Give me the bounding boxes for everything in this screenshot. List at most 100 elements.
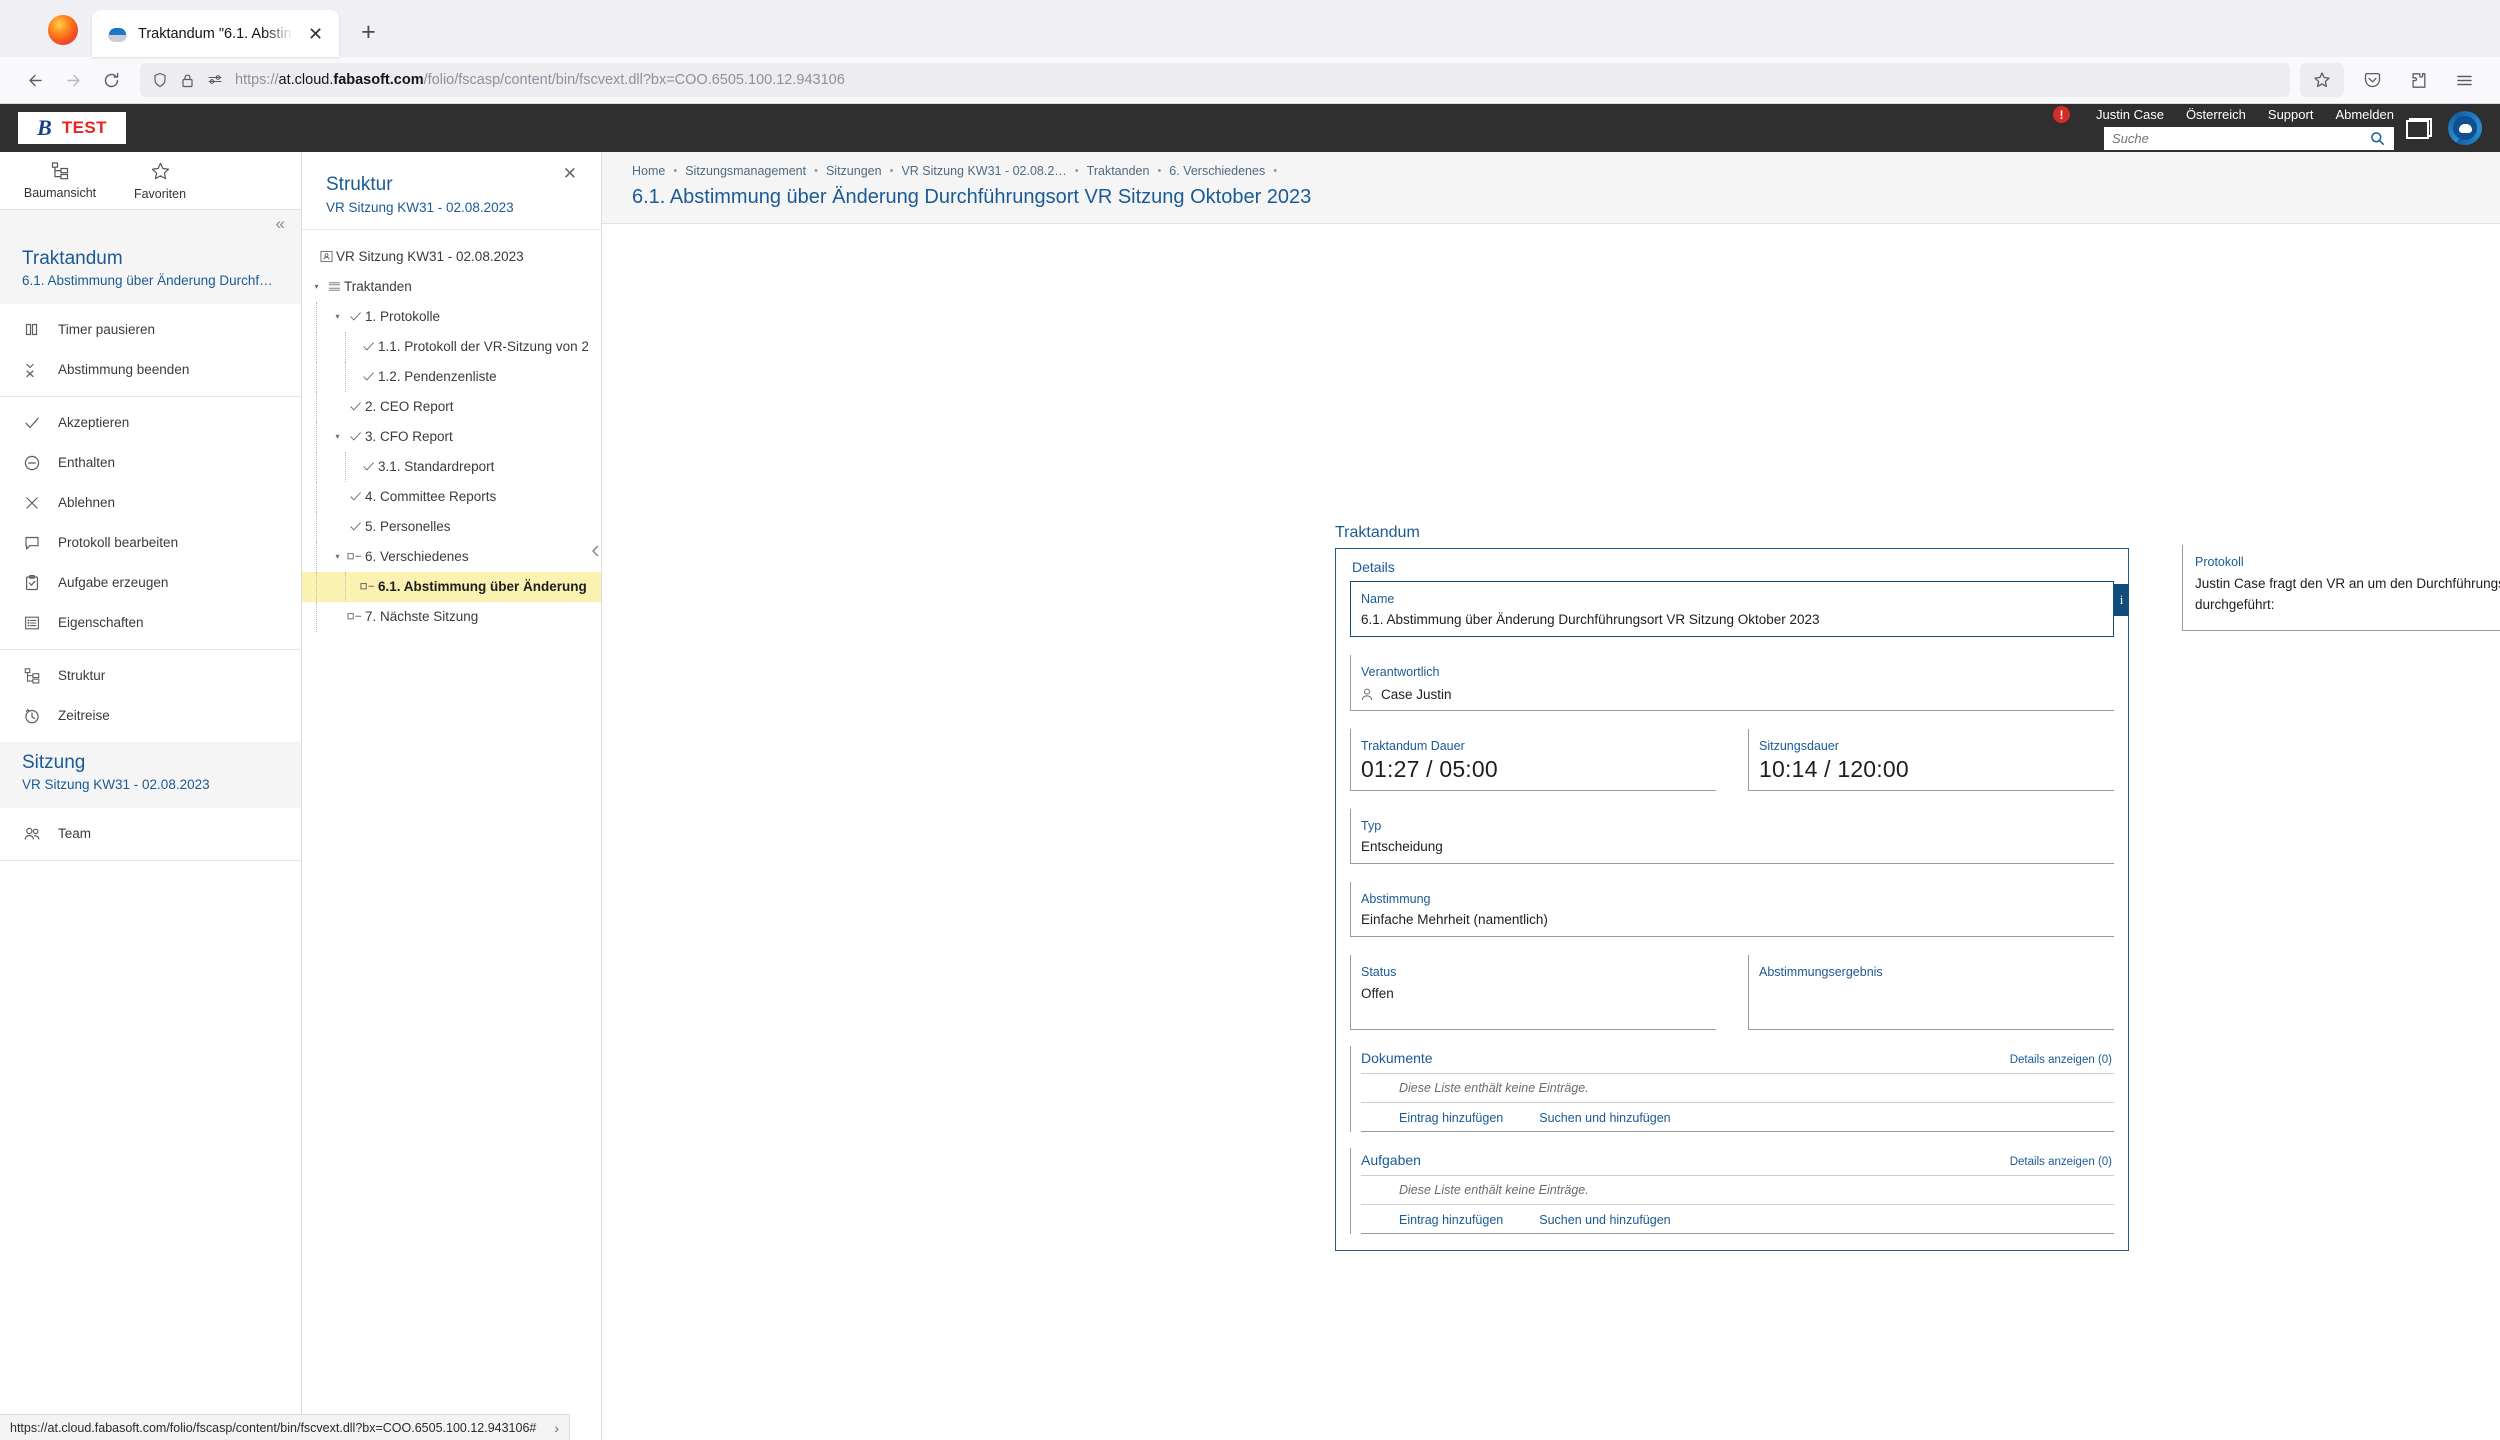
browser-tab[interactable]: Traktandum "6.1. Abstimmung ü ✕: [92, 10, 339, 57]
sidebar-meeting-title: Sitzung: [22, 751, 279, 775]
sidebar-tabs: Baumansicht Favoriten: [0, 152, 301, 210]
sidebar-item-team[interactable]: Team: [0, 814, 301, 854]
url-bar[interactable]: https://at.cloud.fabasoft.com/folio/fsca…: [140, 63, 2290, 97]
meeting-icon: [316, 250, 336, 263]
tree-node-personelles[interactable]: 5. Personelles: [302, 512, 601, 542]
app-header-right: ! Justin Case Österreich Support Abmelde…: [2053, 106, 2406, 150]
tab-favoriten[interactable]: Favoriten: [110, 152, 210, 209]
breadcrumb-item-verschiedenes[interactable]: 6. Verschiedenes: [1169, 164, 1265, 178]
tree-node-verschiedenes[interactable]: ▾ 6. Verschiedenes: [302, 542, 601, 572]
sidebar-item-akzeptieren[interactable]: Akzeptieren: [0, 403, 301, 443]
panel-expand-handle[interactable]: ‹: [589, 522, 602, 576]
hamburger-menu-icon[interactable]: [2444, 63, 2484, 97]
breadcrumb-item-vr-sitzung[interactable]: VR Sitzung KW31 - 02.08.2…: [901, 164, 1066, 178]
search-input[interactable]: [2104, 127, 2394, 150]
header-link-support[interactable]: Support: [2268, 107, 2314, 122]
info-icon[interactable]: i: [2114, 584, 2129, 616]
header-link-country[interactable]: Österreich: [2186, 107, 2246, 122]
shield-icon[interactable]: [152, 72, 168, 88]
browser-tab-title: Traktandum "6.1. Abstimmung ü: [138, 26, 293, 42]
sidebar-item-timer-pausieren[interactable]: Timer pausieren: [0, 310, 301, 350]
tree-node-pendenzenliste[interactable]: 1.2. Pendenzenliste: [302, 362, 601, 392]
field-typ-value: Entscheidung: [1361, 839, 2104, 856]
tree-node-selected-abstimmung[interactable]: 6.1. Abstimmung über Änderung: [302, 572, 601, 602]
list-dokumente-details-link[interactable]: Details anzeigen (0): [2010, 1054, 2112, 1066]
field-name[interactable]: Name 6.1. Abstimmung über Änderung Durch…: [1350, 581, 2114, 637]
sidebar-item-aufgabe-erzeugen[interactable]: Aufgabe erzeugen: [0, 563, 301, 603]
sidebar-item-label: Aufgabe erzeugen: [58, 575, 168, 590]
tree-node-protokoll-vr[interactable]: 1.1. Protokoll der VR-Sitzung von 2: [302, 332, 601, 362]
add-entry-button[interactable]: Eintrag hinzufügen: [1399, 1213, 1503, 1227]
field-verantwortlich[interactable]: Verantwortlich Case Justin: [1350, 655, 2114, 710]
chevron-down-icon[interactable]: ▾: [330, 312, 345, 321]
tree-node-protokolle[interactable]: ▾ 1. Protokolle: [302, 302, 601, 332]
tab-baumansicht-label: Baumansicht: [24, 186, 96, 200]
breadcrumb-item-traktanden[interactable]: Traktanden: [1087, 164, 1150, 178]
tracking-protection-icon[interactable]: [207, 72, 223, 88]
edit-protokoll-button[interactable]: Bearbeiten: [2182, 524, 2500, 538]
pocket-icon[interactable]: [2352, 63, 2392, 97]
field-abstimmungsergebnis-value: [1759, 986, 2104, 1022]
window-switch-icon[interactable]: [2406, 118, 2432, 139]
breadcrumb-separator: •: [673, 165, 677, 177]
chevron-right-icon: ›: [554, 1420, 559, 1436]
search-and-add-button[interactable]: Suchen und hinzufügen: [1539, 1213, 1670, 1227]
new-tab-button[interactable]: +: [361, 20, 376, 45]
field-typ[interactable]: Typ Entscheidung: [1350, 809, 2114, 864]
breadcrumb-item-sitzungen[interactable]: Sitzungen: [826, 164, 882, 178]
tab-baumansicht[interactable]: Baumansicht: [10, 152, 110, 209]
sidebar-collapse-button[interactable]: «: [0, 210, 301, 238]
search-and-add-button[interactable]: Suchen und hinzufügen: [1539, 1111, 1670, 1125]
tree-node-label: 5. Personelles: [365, 519, 451, 534]
add-entry-button[interactable]: Eintrag hinzufügen: [1399, 1111, 1503, 1125]
avatar[interactable]: [2448, 111, 2482, 145]
breadcrumb-separator: •: [1273, 165, 1277, 177]
close-tab-icon[interactable]: ✕: [304, 23, 327, 45]
breadcrumb-item-sitzungsmanagement[interactable]: Sitzungsmanagement: [685, 164, 806, 178]
sidebar-item-enthalten[interactable]: Enthalten: [0, 443, 301, 483]
forward-button[interactable]: [54, 63, 92, 97]
sidebar-item-struktur[interactable]: Struktur: [0, 656, 301, 696]
tree-node-ceo-report[interactable]: 2. CEO Report: [302, 392, 601, 422]
close-icon[interactable]: ✕: [563, 164, 577, 184]
app-body: Baumansicht Favoriten « Traktandum 6.1. …: [0, 152, 2500, 1440]
field-status[interactable]: Status Offen: [1350, 955, 1716, 1029]
field-abstimmung[interactable]: Abstimmung Einfache Mehrheit (namentlich…: [1350, 882, 2114, 937]
protokoll-box[interactable]: Protokoll Justin Case fragt den VR an um…: [2182, 545, 2500, 631]
tree-node-label: 3. CFO Report: [365, 429, 453, 444]
tree-node-root[interactable]: VR Sitzung KW31 - 02.08.2023: [302, 242, 601, 272]
tree-node-traktanden[interactable]: ▾ Traktanden: [302, 272, 601, 302]
lock-icon[interactable]: [180, 73, 195, 88]
list-aufgaben-details-link[interactable]: Details anzeigen (0): [2010, 1156, 2112, 1168]
star-icon: [150, 161, 171, 182]
sidebar-item-zeitreise[interactable]: Zeitreise: [0, 696, 301, 736]
breadcrumb-separator: •: [814, 165, 818, 177]
tree-view-icon: [22, 666, 41, 685]
header-link-logout[interactable]: Abmelden: [2335, 107, 2394, 122]
back-button[interactable]: [16, 63, 54, 97]
sidebar-item-protokoll-bearbeiten[interactable]: Protokoll bearbeiten: [0, 523, 301, 563]
tree-node-cfo-report[interactable]: ▾ 3. CFO Report: [302, 422, 601, 452]
header-link-user[interactable]: Justin Case: [2096, 107, 2164, 122]
bookmark-star-icon[interactable]: [2300, 63, 2344, 97]
sidebar-item-ablehnen[interactable]: Ablehnen: [0, 483, 301, 523]
app-logo[interactable]: B TEST: [18, 112, 126, 144]
chevron-down-icon[interactable]: ▾: [330, 552, 345, 561]
tree-node-committee-reports[interactable]: 4. Committee Reports: [302, 482, 601, 512]
tree-node-naechste-sitzung[interactable]: 7. Nächste Sitzung: [302, 602, 601, 632]
field-traktandum-dauer[interactable]: Traktandum Dauer 01:27 / 05:00: [1350, 729, 1716, 791]
alert-icon[interactable]: !: [2053, 106, 2070, 123]
field-sitzungsdauer[interactable]: Sitzungsdauer 10:14 / 120:00: [1748, 729, 2114, 791]
chevron-down-icon[interactable]: ▾: [330, 432, 345, 441]
list-dokumente-empty-text: Diese Liste enthält keine Einträge.: [1361, 1073, 2114, 1103]
sidebar-item-abstimmung-beenden[interactable]: Abstimmung beenden: [0, 350, 301, 390]
field-abstimmungsergebnis[interactable]: Abstimmungsergebnis: [1748, 955, 2114, 1029]
status-badge: Offen: [1361, 986, 1706, 1003]
tree-node-standardreport[interactable]: 3.1. Standardreport: [302, 452, 601, 482]
chevron-down-icon[interactable]: ▾: [309, 282, 324, 291]
field-abstimmungsergebnis-label: Abstimmungsergebnis: [1759, 964, 2104, 980]
sidebar-item-eigenschaften[interactable]: Eigenschaften: [0, 603, 301, 643]
extensions-icon[interactable]: [2398, 63, 2438, 97]
reload-button[interactable]: [92, 63, 130, 97]
breadcrumb-item-home[interactable]: Home: [632, 164, 665, 178]
